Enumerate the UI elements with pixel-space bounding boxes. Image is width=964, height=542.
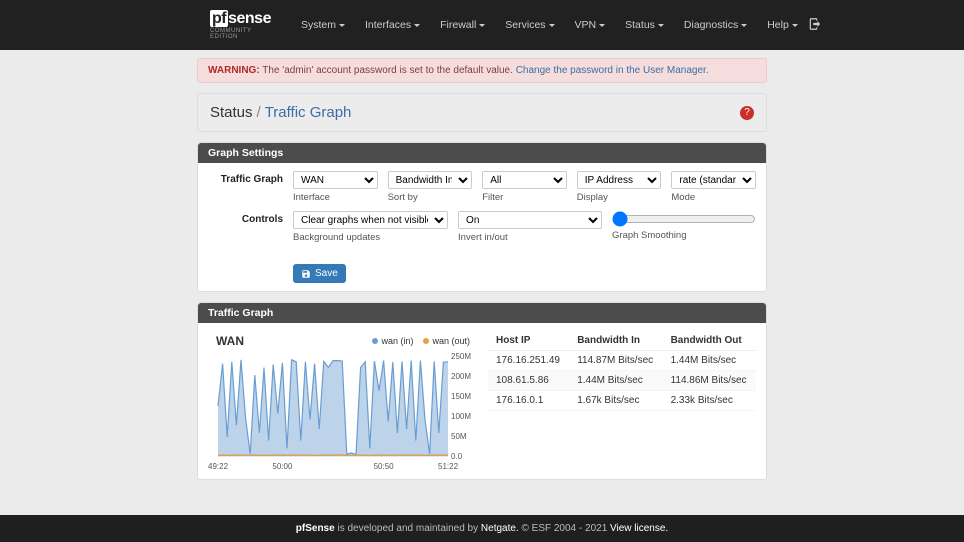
hint-sortby: Sort by <box>388 192 473 203</box>
chevron-down-icon <box>599 24 605 27</box>
wan-chart: 0.0 50M 100M 150M 200M 250M 49:22 50:00 50:50 51:… <box>208 351 478 471</box>
legend-dot-out <box>423 338 429 344</box>
nav-help[interactable]: Help <box>757 19 808 31</box>
alert-prefix: WARNING: <box>208 65 260 76</box>
panel-graph-settings: Graph Settings Traffic Graph WAN Interfa… <box>197 142 767 292</box>
chevron-down-icon <box>479 24 485 27</box>
label-controls: Controls <box>208 211 293 225</box>
footer-brand: pfSense <box>296 523 335 534</box>
table-row: 176.16.251.49114.87M Bits/sec1.44M Bits/… <box>488 351 756 371</box>
breadcrumb-sep: / <box>257 104 261 121</box>
th-bwout: Bandwidth Out <box>663 331 756 351</box>
nav-services[interactable]: Services <box>495 19 564 31</box>
hint-interface: Interface <box>293 192 378 203</box>
breadcrumb-page: Traffic Graph <box>265 104 352 121</box>
th-hostip: Host IP <box>488 331 569 351</box>
nav-diagnostics[interactable]: Diagnostics <box>674 19 757 31</box>
help-icon[interactable]: ? <box>740 106 754 120</box>
panel-heading-chart: Traffic Graph <box>198 303 766 323</box>
svg-text:50:00: 50:00 <box>272 462 293 471</box>
table-row: 108.61.5.861.44M Bits/sec114.86M Bits/se… <box>488 371 756 391</box>
panel-traffic-graph: Traffic Graph WAN wan (in) wan (out) 0.0… <box>197 302 767 480</box>
select-interface[interactable]: WAN <box>293 171 378 189</box>
chart-legend: wan (in) wan (out) <box>372 336 470 346</box>
brand-text: sense <box>228 10 271 27</box>
svg-text:49:22: 49:22 <box>208 462 229 471</box>
select-mode[interactable]: rate (standard) <box>671 171 756 189</box>
nav-interfaces[interactable]: Interfaces <box>355 19 430 31</box>
brand-sub: COMMUNITY EDITION <box>210 28 271 40</box>
select-display[interactable]: IP Address <box>577 171 662 189</box>
brand-prefix: pf <box>210 10 228 27</box>
breadcrumb-root: Status <box>210 104 253 121</box>
chevron-down-icon <box>339 24 345 27</box>
th-bwin: Bandwidth In <box>569 331 662 351</box>
select-filter[interactable]: All <box>482 171 567 189</box>
svg-text:0.0: 0.0 <box>451 452 463 461</box>
footer-t2: © ESF 2004 - 2021 <box>519 523 610 534</box>
label-traffic-graph: Traffic Graph <box>208 171 293 185</box>
svg-text:250M: 250M <box>451 352 471 361</box>
hint-mode: Mode <box>671 192 756 203</box>
host-table: Host IP Bandwidth In Bandwidth Out 176.1… <box>488 331 756 411</box>
footer-netgate[interactable]: Netgate. <box>481 523 519 534</box>
hint-smooth: Graph Smoothing <box>612 230 756 241</box>
legend-dot-in <box>372 338 378 344</box>
chevron-down-icon <box>414 24 420 27</box>
svg-text:100M: 100M <box>451 412 471 421</box>
footer-license[interactable]: View license. <box>610 523 668 534</box>
nav-status[interactable]: Status <box>615 19 674 31</box>
nav-system[interactable]: System <box>291 19 355 31</box>
legend-label-in: wan (in) <box>381 336 413 346</box>
legend-label-out: wan (out) <box>432 336 470 346</box>
chevron-down-icon <box>658 24 664 27</box>
chevron-down-icon <box>549 24 555 27</box>
table-row: 176.16.0.11.67k Bits/sec2.33k Bits/sec <box>488 391 756 411</box>
svg-text:50M: 50M <box>451 432 467 441</box>
hint-invert: Invert in/out <box>458 232 602 243</box>
logout-icon[interactable] <box>808 17 822 34</box>
brand[interactable]: pfsense COMMUNITY EDITION <box>210 10 271 40</box>
svg-text:150M: 150M <box>451 392 471 401</box>
alert-text: The 'admin' account password is set to t… <box>260 65 516 76</box>
nav-firewall[interactable]: Firewall <box>430 19 495 31</box>
alert-warning: WARNING: The 'admin' account password is… <box>197 58 767 83</box>
panel-heading-settings: Graph Settings <box>198 143 766 163</box>
select-bg-updates[interactable]: Clear graphs when not visible. <box>293 211 448 229</box>
main-nav: System Interfaces Firewall Services VPN … <box>291 19 808 31</box>
save-icon <box>301 269 311 279</box>
slider-smoothing[interactable] <box>612 211 756 227</box>
svg-text:50:50: 50:50 <box>374 462 395 471</box>
hint-display: Display <box>577 192 662 203</box>
save-label: Save <box>315 268 338 279</box>
select-invert[interactable]: On <box>458 211 602 229</box>
svg-text:51:22: 51:22 <box>438 462 459 471</box>
alert-link[interactable]: Change the password in the User Manager. <box>516 65 709 76</box>
hint-filter: Filter <box>482 192 567 203</box>
chevron-down-icon <box>741 24 747 27</box>
chevron-down-icon <box>792 24 798 27</box>
save-button[interactable]: Save <box>293 264 346 283</box>
footer-t1: is developed and maintained by <box>335 523 481 534</box>
footer: pfSense is developed and maintained by N… <box>0 515 964 542</box>
svg-text:200M: 200M <box>451 372 471 381</box>
nav-vpn[interactable]: VPN <box>565 19 616 31</box>
select-sortby[interactable]: Bandwidth In <box>388 171 473 189</box>
chart-title: WAN <box>216 334 244 348</box>
breadcrumb: Status / Traffic Graph ? <box>197 93 767 132</box>
hint-bg: Background updates <box>293 232 448 243</box>
